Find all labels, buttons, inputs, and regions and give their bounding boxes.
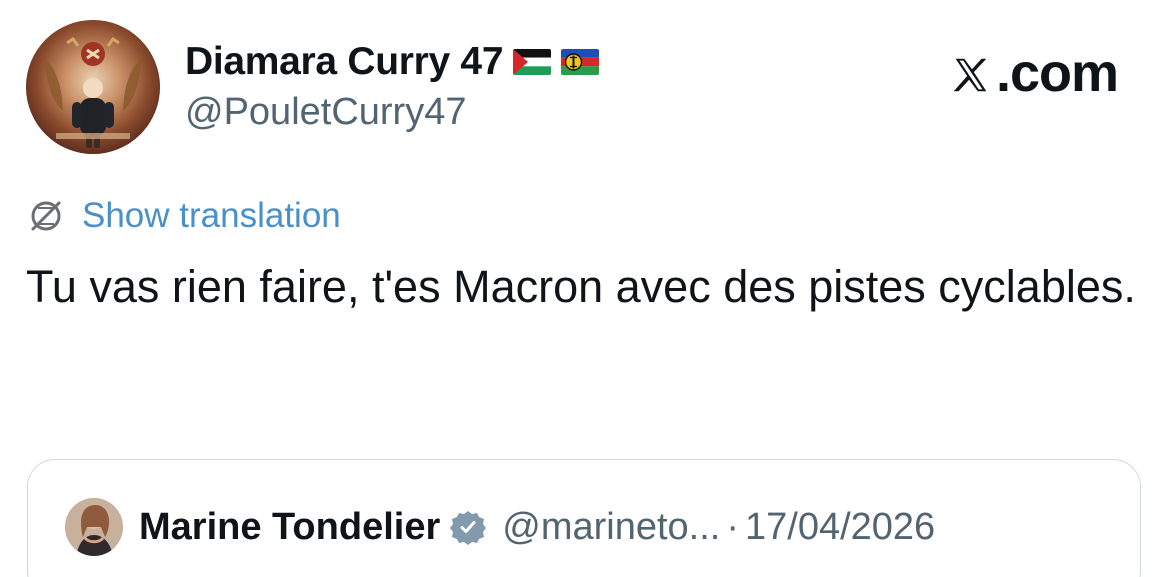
quoted-tweet-card[interactable]: Marine Tondelier @marineto... · 17/04/20…: [27, 459, 1141, 577]
tweet-screenshot: Diamara Curry 47 @PouletCurry47 .com Sho…: [0, 0, 1170, 577]
author-avatar[interactable]: [26, 20, 160, 154]
kanak-flag-icon: [561, 49, 600, 75]
quoted-separator: ·: [726, 505, 739, 548]
author-handle[interactable]: @PouletCurry47: [185, 91, 466, 134]
quoted-author-handle[interactable]: @marineto...: [502, 506, 720, 549]
brand-domain-suffix: .com: [995, 43, 1119, 103]
quoted-tweet-date[interactable]: 17/04/2026: [745, 506, 935, 549]
verified-badge-icon: [450, 509, 487, 545]
author-header: Diamara Curry 47: [185, 38, 600, 86]
x-dot-com-brand: .com: [948, 42, 1119, 104]
show-translation-button[interactable]: Show translation: [24, 192, 341, 240]
palestine-flag-icon: [513, 49, 552, 75]
quoted-author-avatar[interactable]: [65, 498, 123, 556]
quoted-author-name[interactable]: Marine Tondelier: [139, 506, 440, 549]
author-display-name[interactable]: Diamara Curry 47: [185, 40, 504, 84]
tweet-text: Tu vas rien faire, t'es Macron avec des …: [26, 261, 1136, 312]
show-translation-label[interactable]: Show translation: [82, 196, 341, 236]
x-logo-icon: [948, 52, 994, 98]
translate-icon: [24, 194, 68, 238]
quoted-tweet-header: Marine Tondelier @marineto... · 17/04/20…: [65, 498, 935, 556]
